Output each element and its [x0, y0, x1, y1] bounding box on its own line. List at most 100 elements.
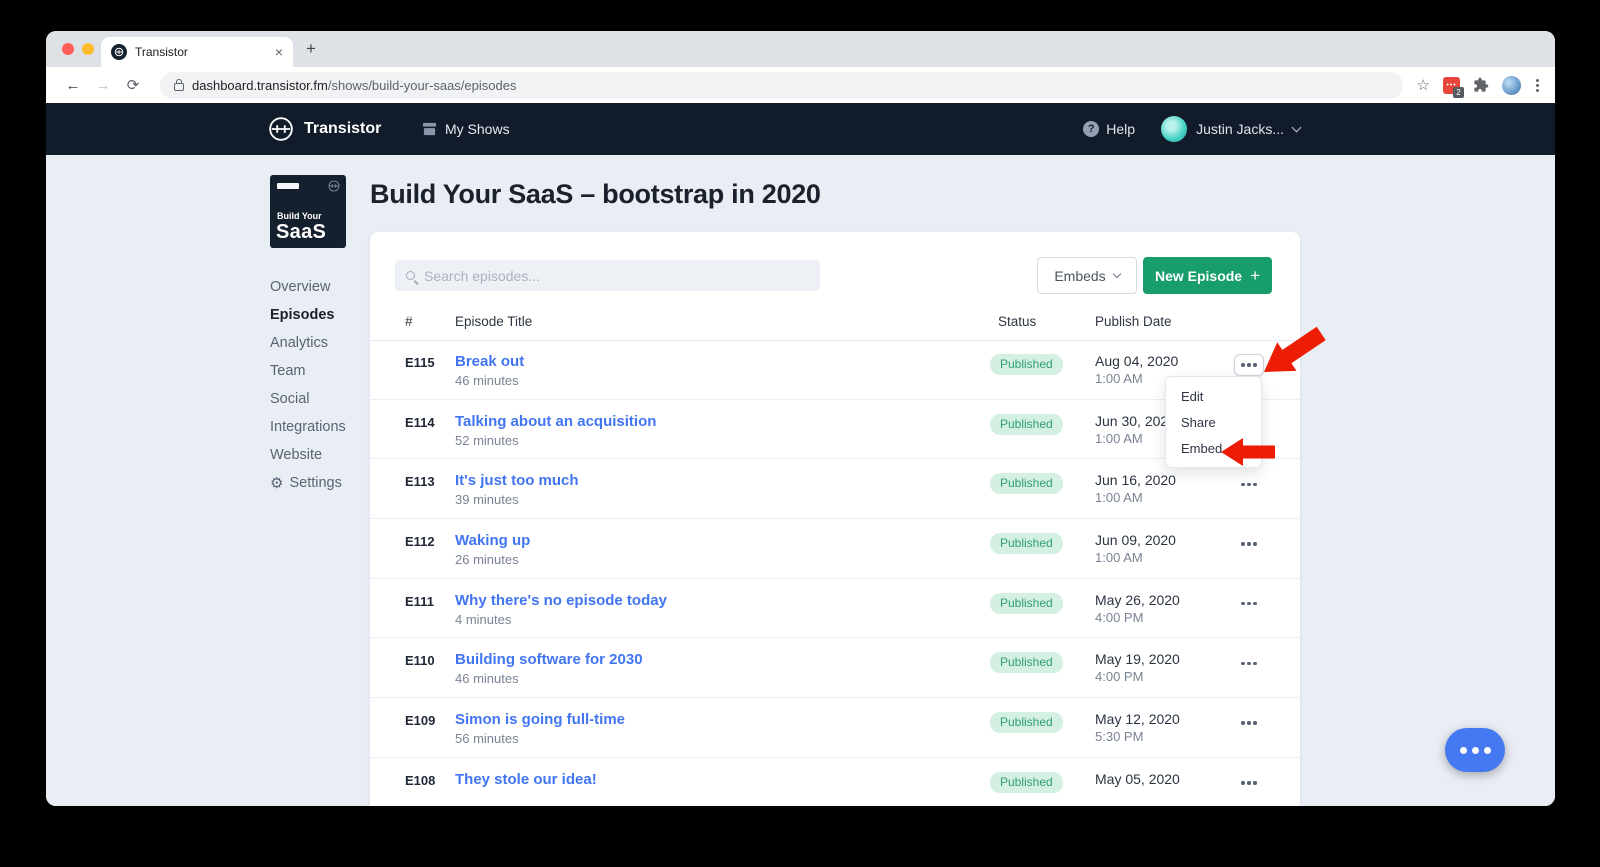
sidebar-item-label: Settings	[289, 475, 341, 491]
app-topnav: Transistor My Shows ? Help Justin Jacks.…	[46, 103, 1555, 155]
topnav-right: ? Help Justin Jacks...	[1083, 103, 1300, 155]
status-badge: Published	[990, 772, 1063, 793]
episode-row: E114 Talking about an acquisition 52 min…	[370, 400, 1300, 460]
sidebar-item-label: Website	[270, 447, 322, 463]
episode-row: E113 It's just too much 39 minutes Publi…	[370, 459, 1300, 519]
header-status: Status	[998, 314, 1036, 329]
episode-row: E110 Building software for 2030 46 minut…	[370, 638, 1300, 698]
publish-date: May 26, 2020	[1095, 592, 1180, 608]
row-actions-ellipsis-button[interactable]	[1234, 712, 1264, 734]
episode-number: E111	[405, 594, 434, 609]
episode-title-link[interactable]: Waking up	[455, 532, 530, 549]
table-header: # Episode Title Status Publish Date	[370, 314, 1300, 340]
reload-icon[interactable]: ⟳	[120, 76, 146, 94]
my-shows-link[interactable]: My Shows	[422, 103, 510, 155]
publish-date: Jun 30, 2020	[1095, 413, 1176, 429]
close-window-button[interactable]	[62, 43, 74, 55]
row-actions-ellipsis-button[interactable]	[1234, 652, 1264, 674]
episode-number: E109	[405, 713, 435, 728]
status-badge: Published	[990, 652, 1063, 673]
header-episode-title: Episode Title	[455, 314, 532, 329]
embeds-dropdown-button[interactable]: Embeds	[1037, 257, 1137, 294]
menu-item-label: Embed	[1181, 441, 1222, 456]
episode-title-link[interactable]: Break out	[455, 353, 524, 370]
help-link[interactable]: ? Help	[1083, 121, 1135, 137]
plus-icon: +	[1250, 266, 1260, 286]
artwork-badge	[277, 183, 299, 189]
episode-duration: 46 minutes	[455, 373, 519, 388]
menu-item[interactable]: Embed	[1166, 436, 1261, 462]
episode-rows: E115 Break out 46 minutes Published Aug …	[370, 340, 1300, 806]
extensions-puzzle-icon[interactable]	[1473, 77, 1489, 93]
tab-title: Transistor	[135, 45, 267, 59]
podcast-artwork: Build Your SaaS	[270, 175, 346, 248]
episode-title-link[interactable]: They stole our idea!	[455, 771, 597, 788]
publish-date: Jun 16, 2020	[1095, 472, 1176, 488]
forward-icon[interactable]: →	[90, 77, 116, 94]
episode-title-link[interactable]: Building software for 2030	[455, 651, 643, 668]
chrome-profile-avatar[interactable]	[1502, 76, 1521, 95]
publish-date: Aug 04, 2020	[1095, 353, 1178, 369]
shows-archive-icon	[422, 122, 437, 136]
new-episode-button[interactable]: New Episode +	[1143, 257, 1272, 294]
menu-item-label: Share	[1181, 415, 1216, 430]
episode-title-link[interactable]: Talking about an acquisition	[455, 413, 656, 430]
row-actions-ellipsis-button[interactable]	[1234, 772, 1264, 794]
artwork-line2: SaaS	[276, 221, 326, 244]
search-episodes-box	[395, 260, 820, 291]
browser-tab[interactable]: Transistor ×	[101, 37, 293, 67]
brand-label: Transistor	[304, 120, 381, 138]
episode-number: E110	[405, 653, 435, 668]
status-badge: Published	[990, 354, 1063, 375]
publish-date: May 19, 2020	[1095, 651, 1180, 667]
screenshot-stage: Transistor × + ← → ⟳ dashboard.transisto…	[0, 0, 1600, 867]
search-input[interactable]	[424, 268, 809, 284]
new-tab-button[interactable]: +	[306, 39, 316, 59]
transistor-brand[interactable]: Transistor	[268, 103, 381, 155]
back-icon[interactable]: ←	[60, 77, 86, 94]
tab-close-icon[interactable]: ×	[275, 44, 283, 60]
browser-tabstrip: Transistor × +	[46, 31, 1555, 67]
episode-number: E113	[405, 474, 435, 489]
bookmark-star-icon[interactable]: ☆	[1417, 76, 1430, 94]
chat-launcher-button[interactable]	[1445, 728, 1505, 772]
chrome-menu-icon[interactable]	[1534, 79, 1541, 92]
episode-row: E108 They stole our idea! Published May …	[370, 758, 1300, 806]
transistor-favicon-icon	[111, 44, 127, 60]
extension-badge: 2	[1453, 87, 1464, 98]
new-episode-label: New Episode	[1155, 268, 1242, 284]
episode-title-link[interactable]: Why there's no episode today	[455, 592, 667, 609]
episode-title-link[interactable]: Simon is going full-time	[455, 711, 625, 728]
status-badge: Published	[990, 533, 1063, 554]
menu-item[interactable]: Edit	[1166, 384, 1261, 410]
episode-number: E115	[405, 355, 435, 370]
chevron-down-icon	[1112, 270, 1120, 278]
user-menu[interactable]: Justin Jacks...	[1161, 116, 1300, 142]
sidebar-item-label: Analytics	[270, 335, 328, 351]
url-path: /shows/build-your-saas/episodes	[328, 78, 517, 93]
publish-time: 1:00 AM	[1095, 550, 1143, 565]
settings-gear-icon: ⚙	[270, 474, 283, 492]
chat-dot	[1484, 747, 1491, 754]
status-badge: Published	[990, 712, 1063, 733]
row-actions-ellipsis-button[interactable]	[1234, 533, 1264, 555]
status-badge: Published	[990, 593, 1063, 614]
artwork-logo-icon	[328, 180, 340, 192]
episode-row: E115 Break out 46 minutes Published Aug …	[370, 340, 1300, 400]
help-question-icon: ?	[1083, 121, 1099, 137]
menu-item[interactable]: Share	[1166, 410, 1261, 436]
episode-row: E109 Simon is going full-time 56 minutes…	[370, 698, 1300, 758]
row-actions-ellipsis-button[interactable]	[1234, 354, 1264, 376]
row-actions-ellipsis-button[interactable]	[1234, 593, 1264, 615]
user-name: Justin Jacks...	[1196, 121, 1284, 137]
row-actions-ellipsis-button[interactable]	[1234, 473, 1264, 495]
publish-time: 5:30 PM	[1095, 729, 1143, 744]
episode-title-link[interactable]: It's just too much	[455, 472, 579, 489]
sidebar-item-label: Episodes	[270, 307, 334, 323]
app-body: Build Your SaaS Overview Episodes	[46, 155, 1555, 806]
address-bar[interactable]: dashboard.transistor.fm/shows/build-your…	[160, 72, 1403, 99]
screenshot-extension-icon[interactable]: ••• 2	[1443, 77, 1460, 94]
episodes-card: Embeds New Episode + # Episode Title Sta…	[370, 232, 1300, 806]
browser-urlbar: ← → ⟳ dashboard.transistor.fm/shows/buil…	[46, 67, 1555, 103]
minimize-window-button[interactable]	[82, 43, 94, 55]
